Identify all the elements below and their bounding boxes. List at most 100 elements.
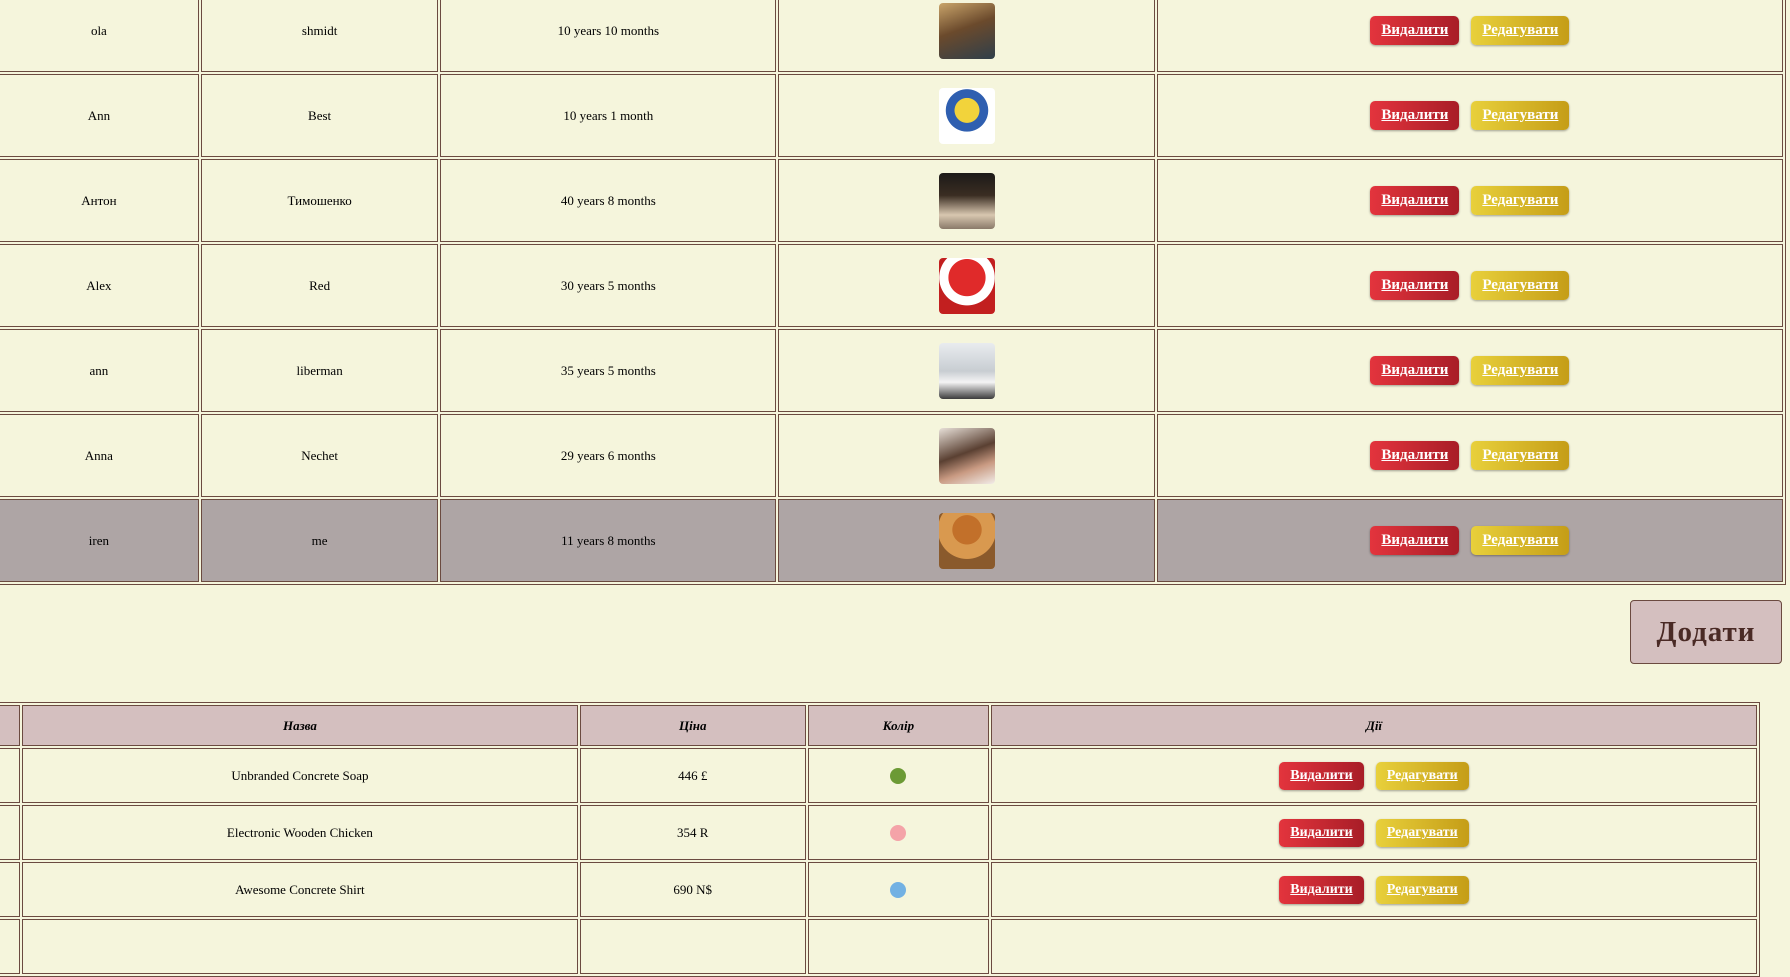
user-first-name: Anna <box>0 414 199 497</box>
product-actions: Видалити Редагувати <box>991 748 1757 803</box>
delete-button[interactable]: Видалити <box>1370 441 1460 470</box>
users-table: ola shmidt 10 years 10 months Видалити Редаг… <box>0 0 1786 585</box>
product-id <box>0 919 21 974</box>
header-price: Ціна <box>579 705 806 746</box>
user-last-name: Best <box>200 74 439 157</box>
delete-button[interactable]: Видалити <box>1370 16 1460 45</box>
products-table: Назва Ціна Колір Дії Unbranded Concrete … <box>0 702 1760 977</box>
user-avatar-cell <box>778 499 1155 582</box>
avatar <box>938 2 995 59</box>
edit-button[interactable]: Редагувати <box>1375 875 1469 904</box>
user-last-name: liberman <box>200 329 439 412</box>
header-color: Колір <box>807 705 989 746</box>
edit-button[interactable]: Редагувати <box>1471 16 1570 45</box>
user-first-name: Alex <box>0 244 199 327</box>
user-first-name: ann <box>0 329 199 412</box>
user-row: Антон Тимошенко 40 years 8 months Видалити Р… <box>0 159 1783 242</box>
edit-button[interactable]: Редагувати <box>1471 271 1570 300</box>
user-actions: Видалити Редагувати <box>1156 329 1783 412</box>
edit-button[interactable]: Редагувати <box>1375 818 1469 847</box>
delete-button[interactable]: Видалити <box>1370 526 1460 555</box>
user-avatar-cell <box>778 159 1155 242</box>
avatar <box>938 257 995 314</box>
product-id <box>0 805 21 860</box>
user-actions: Видалити Редагувати <box>1156 159 1783 242</box>
product-id <box>0 748 21 803</box>
user-row: iren me 11 years 8 months Видалити Редагуват… <box>0 499 1783 582</box>
edit-button[interactable]: Редагувати <box>1375 761 1469 790</box>
product-row: Awesome Concrete Shirt 690 N$ Видалити Реда… <box>0 862 1757 917</box>
user-last-name: me <box>200 499 439 582</box>
user-avatar-cell <box>778 329 1155 412</box>
user-age: 35 years 5 months <box>440 329 777 412</box>
user-last-name: Nechet <box>200 414 439 497</box>
avatar <box>938 172 995 229</box>
product-name: Unbranded Concrete Soap <box>22 748 578 803</box>
user-actions: Видалити Редагувати <box>1156 0 1783 72</box>
delete-button[interactable]: Видалити <box>1370 101 1460 130</box>
header-actions: Дії <box>991 705 1757 746</box>
user-age: 29 years 6 months <box>440 414 777 497</box>
user-last-name: Тимошенко <box>200 159 439 242</box>
product-name <box>22 919 578 974</box>
delete-button[interactable]: Видалити <box>1370 271 1460 300</box>
user-last-name: shmidt <box>200 0 439 72</box>
product-color <box>807 805 989 860</box>
product-price: 446 £ <box>579 748 806 803</box>
user-actions: Видалити Редагувати <box>1156 414 1783 497</box>
edit-button[interactable]: Редагувати <box>1471 356 1570 385</box>
product-actions <box>991 919 1757 974</box>
product-row: Unbranded Concrete Soap 446 £ Видалити Реда… <box>0 748 1757 803</box>
product-row <box>0 919 1757 974</box>
product-price: 690 N$ <box>579 862 806 917</box>
edit-button[interactable]: Редагувати <box>1471 186 1570 215</box>
product-name: Electronic Wooden Chicken <box>22 805 578 860</box>
user-avatar-cell <box>778 414 1155 497</box>
header-name: Назва <box>22 705 578 746</box>
user-avatar-cell <box>778 244 1155 327</box>
user-age: 11 years 8 months <box>440 499 777 582</box>
avatar <box>938 87 995 144</box>
color-dot <box>890 768 907 784</box>
user-row: ann liberman 35 years 5 months Видалити Реда… <box>0 329 1783 412</box>
user-first-name: Антон <box>0 159 199 242</box>
user-last-name: Red <box>200 244 439 327</box>
avatar <box>938 342 995 399</box>
color-dot <box>890 825 907 841</box>
user-age: 10 years 1 month <box>440 74 777 157</box>
product-color <box>807 862 989 917</box>
product-row: Electronic Wooden Chicken 354 R Видалити Ре… <box>0 805 1757 860</box>
edit-button[interactable]: Редагувати <box>1471 101 1570 130</box>
user-actions: Видалити Редагувати <box>1156 74 1783 157</box>
user-row: ola shmidt 10 years 10 months Видалити Редаг… <box>0 0 1783 72</box>
product-price: 354 R <box>579 805 806 860</box>
avatar <box>938 427 995 484</box>
product-actions: Видалити Редагувати <box>991 805 1757 860</box>
user-actions: Видалити Редагувати <box>1156 499 1783 582</box>
user-row: Anna Nechet 29 years 6 months Видалити Редаг… <box>0 414 1783 497</box>
product-id <box>0 862 21 917</box>
avatar <box>938 512 995 569</box>
product-name: Awesome Concrete Shirt <box>22 862 578 917</box>
user-first-name: iren <box>0 499 199 582</box>
product-color <box>807 919 989 974</box>
user-first-name: ola <box>0 0 199 72</box>
delete-button[interactable]: Видалити <box>1279 875 1364 904</box>
user-avatar-cell <box>778 74 1155 157</box>
edit-button[interactable]: Редагувати <box>1471 526 1570 555</box>
user-age: 10 years 10 months <box>440 0 777 72</box>
edit-button[interactable]: Редагувати <box>1471 441 1570 470</box>
user-age: 30 years 5 months <box>440 244 777 327</box>
user-age: 40 years 8 months <box>440 159 777 242</box>
products-header-row: Назва Ціна Колір Дії <box>0 705 1757 746</box>
product-actions: Видалити Редагувати <box>991 862 1757 917</box>
delete-button[interactable]: Видалити <box>1370 186 1460 215</box>
user-actions: Видалити Редагувати <box>1156 244 1783 327</box>
add-user-button[interactable]: Додати <box>1630 600 1782 664</box>
product-color <box>807 748 989 803</box>
delete-button[interactable]: Видалити <box>1279 818 1364 847</box>
delete-button[interactable]: Видалити <box>1370 356 1460 385</box>
user-row: Ann Best 10 years 1 month Видалити Редагуват… <box>0 74 1783 157</box>
user-first-name: Ann <box>0 74 199 157</box>
delete-button[interactable]: Видалити <box>1279 761 1364 790</box>
